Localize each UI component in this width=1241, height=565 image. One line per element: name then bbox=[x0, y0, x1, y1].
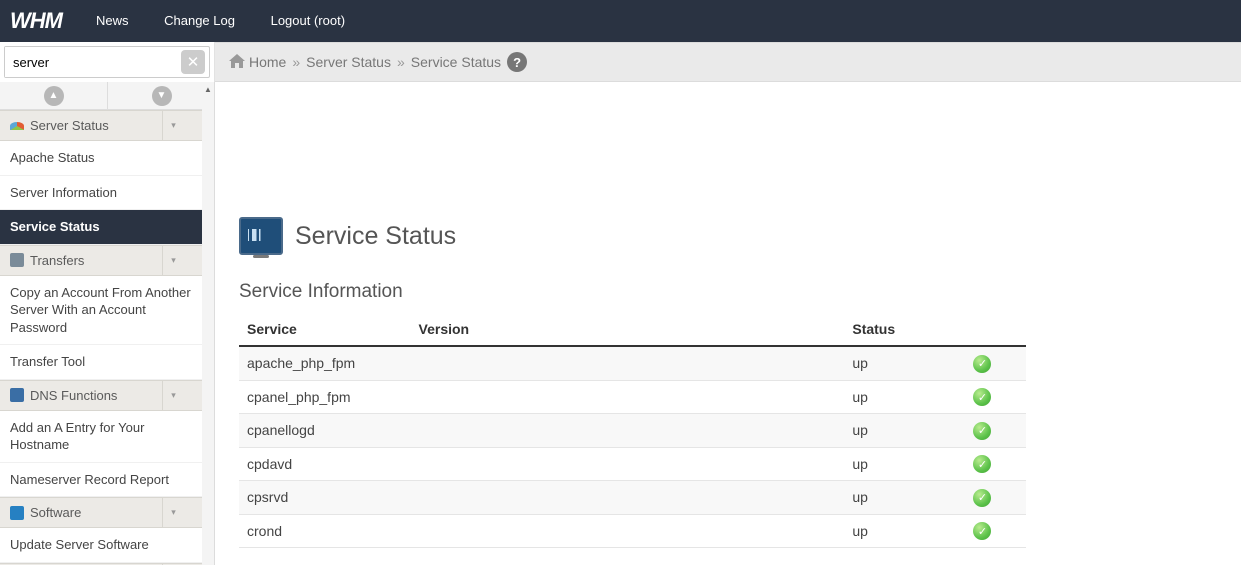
chevron-down-icon[interactable]: ▾ bbox=[162, 246, 184, 275]
app-logo: WHM bbox=[10, 8, 62, 34]
breadcrumb-server-status[interactable]: Server Status bbox=[306, 54, 391, 70]
col-version: Version bbox=[411, 313, 845, 346]
cell-service: cpdavd bbox=[239, 447, 411, 481]
cell-indicator: ✓ bbox=[965, 414, 1026, 448]
chevron-down-icon[interactable]: ▾ bbox=[162, 111, 184, 140]
breadcrumb-home[interactable]: Home bbox=[249, 54, 286, 70]
cell-service: cpsrvd bbox=[239, 481, 411, 515]
section-title: Service Information bbox=[239, 281, 1217, 303]
home-icon bbox=[229, 54, 245, 71]
cell-version bbox=[411, 380, 845, 414]
table-row: cpanel_php_fpm up ✓ bbox=[239, 380, 1026, 414]
cell-version bbox=[411, 346, 845, 380]
cell-service: crond bbox=[239, 514, 411, 548]
search-input[interactable] bbox=[5, 47, 181, 77]
cell-version bbox=[411, 481, 845, 515]
sidebar-group-software[interactable]: Software ▾ bbox=[0, 497, 202, 528]
cell-service: cpanellogd bbox=[239, 414, 411, 448]
status-ok-icon: ✓ bbox=[973, 355, 991, 373]
cell-status: up bbox=[844, 447, 965, 481]
cell-indicator: ✓ bbox=[965, 447, 1026, 481]
sidebar-item-server-information[interactable]: Server Information bbox=[0, 176, 202, 211]
breadcrumb: Home » Server Status » Service Status ? bbox=[215, 42, 1241, 82]
server-status-icon bbox=[10, 122, 24, 130]
cell-status: up bbox=[844, 514, 965, 548]
table-row: apache_php_fpm up ✓ bbox=[239, 346, 1026, 380]
col-service: Service bbox=[239, 313, 411, 346]
cell-service: apache_php_fpm bbox=[239, 346, 411, 380]
cell-indicator: ✓ bbox=[965, 346, 1026, 380]
clear-search-icon[interactable]: ✕ bbox=[181, 50, 205, 74]
cell-indicator: ✓ bbox=[965, 481, 1026, 515]
sidebar-search: ✕ bbox=[0, 42, 215, 82]
cell-indicator: ✓ bbox=[965, 380, 1026, 414]
cell-status: up bbox=[844, 481, 965, 515]
sidebar-item-copy-account[interactable]: Copy an Account From Another Server With… bbox=[0, 276, 202, 346]
status-ok-icon: ✓ bbox=[973, 489, 991, 507]
sidebar-group-dns[interactable]: DNS Functions ▾ bbox=[0, 380, 202, 411]
sidebar-group-label: Server Status bbox=[30, 118, 109, 133]
table-row: cpsrvd up ✓ bbox=[239, 481, 1026, 515]
nav-news[interactable]: News bbox=[80, 0, 145, 42]
status-ok-icon: ✓ bbox=[973, 455, 991, 473]
sidebar-item-update-server-software[interactable]: Update Server Software bbox=[0, 528, 202, 563]
cell-version bbox=[411, 447, 845, 481]
table-row: cpdavd up ✓ bbox=[239, 447, 1026, 481]
nav-logout[interactable]: Logout (root) bbox=[255, 0, 361, 42]
sidebar-item-add-a-entry[interactable]: Add an A Entry for Your Hostname bbox=[0, 411, 202, 463]
sidebar-group-label: Transfers bbox=[30, 253, 84, 268]
page-header: Service Status bbox=[239, 217, 1217, 255]
sidebar-item-apache-status[interactable]: Apache Status bbox=[0, 141, 202, 176]
nav-change-log[interactable]: Change Log bbox=[148, 0, 251, 42]
breadcrumb-separator: » bbox=[292, 54, 300, 70]
sidebar-group-label: Software bbox=[30, 505, 81, 520]
scroll-up-icon: ▲ bbox=[202, 82, 214, 96]
main-content: Service Status Service Information Servi… bbox=[215, 82, 1241, 565]
top-nav-links: News Change Log Logout (root) bbox=[80, 0, 361, 42]
top-navbar: WHM News Change Log Logout (root) bbox=[0, 0, 1241, 42]
cell-service: cpanel_php_fpm bbox=[239, 380, 411, 414]
expand-all-button[interactable]: ▼ bbox=[107, 82, 215, 109]
search-breadcrumb-row: ✕ Home » Server Status » Service Status … bbox=[0, 42, 1241, 82]
cell-status: up bbox=[844, 380, 965, 414]
sidebar-item-service-status[interactable]: Service Status bbox=[0, 210, 202, 245]
cell-version bbox=[411, 414, 845, 448]
sidebar-group-transfers[interactable]: Transfers ▾ bbox=[0, 245, 202, 276]
table-row: crond up ✓ bbox=[239, 514, 1026, 548]
page-title: Service Status bbox=[295, 222, 456, 251]
service-table: Service Version Status apache_php_fpmup✓… bbox=[239, 313, 1026, 548]
chevron-down-icon: ▼ bbox=[152, 86, 172, 106]
software-icon bbox=[10, 506, 24, 520]
col-status: Status bbox=[844, 313, 965, 346]
sidebar: ▲ ▼ Server Status ▾ Apache Status Server… bbox=[0, 82, 215, 565]
transfers-icon bbox=[10, 253, 24, 267]
cell-status: up bbox=[844, 346, 965, 380]
cell-version bbox=[411, 514, 845, 548]
sidebar-group-label: DNS Functions bbox=[30, 388, 117, 403]
sidebar-nav-controls: ▲ ▼ bbox=[0, 82, 215, 110]
chevron-down-icon[interactable]: ▾ bbox=[162, 381, 184, 410]
col-indicator bbox=[965, 313, 1026, 346]
table-row: cpanellogd up ✓ bbox=[239, 414, 1026, 448]
status-ok-icon: ✓ bbox=[973, 422, 991, 440]
dns-icon bbox=[10, 388, 24, 402]
cell-status: up bbox=[844, 414, 965, 448]
help-icon[interactable]: ? bbox=[507, 52, 527, 72]
breadcrumb-separator: » bbox=[397, 54, 405, 70]
sidebar-group-server-status[interactable]: Server Status ▾ bbox=[0, 110, 202, 141]
breadcrumb-current: Service Status bbox=[411, 54, 501, 70]
cell-indicator: ✓ bbox=[965, 514, 1026, 548]
collapse-all-button[interactable]: ▲ bbox=[0, 82, 107, 109]
chevron-down-icon[interactable]: ▾ bbox=[162, 498, 184, 527]
status-ok-icon: ✓ bbox=[973, 522, 991, 540]
sidebar-item-nameserver-report[interactable]: Nameserver Record Report bbox=[0, 463, 202, 498]
sidebar-scrollbar[interactable]: ▲ bbox=[202, 82, 214, 565]
service-status-icon bbox=[239, 217, 283, 255]
chevron-up-icon: ▲ bbox=[44, 86, 64, 106]
sidebar-item-transfer-tool[interactable]: Transfer Tool bbox=[0, 345, 202, 380]
status-ok-icon: ✓ bbox=[973, 388, 991, 406]
